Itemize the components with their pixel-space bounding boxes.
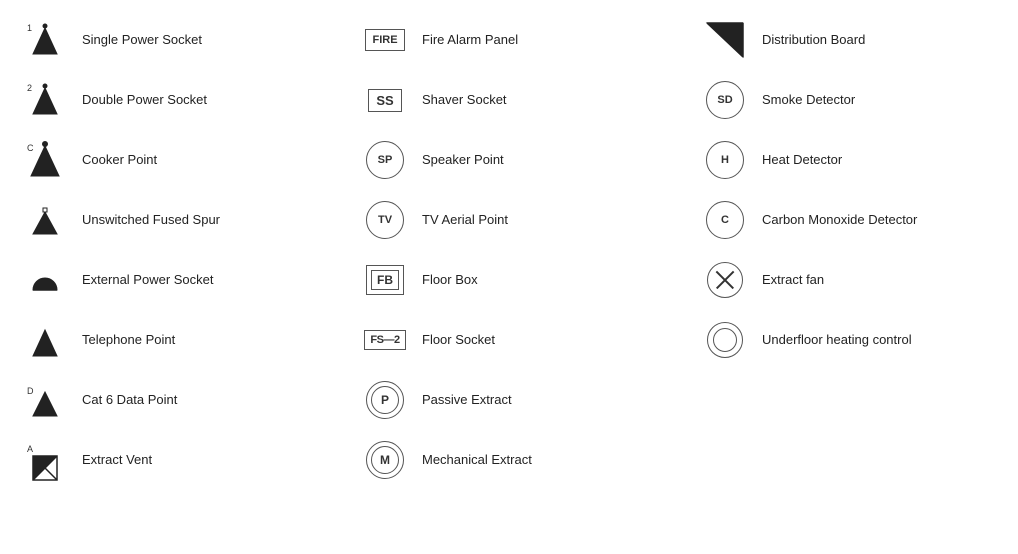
symbol-passive-extract: P <box>360 381 410 419</box>
label-external-power-socket: External Power Socket <box>82 272 214 289</box>
symbol-fire-alarm-panel: FIRE <box>360 29 410 51</box>
item-distribution-board: Distribution Board <box>696 10 1018 70</box>
label-shaver-socket: Shaver Socket <box>422 92 507 109</box>
label-speaker-point: Speaker Point <box>422 152 504 169</box>
svg-text:A: A <box>27 444 33 454</box>
symbol-extract-fan <box>700 262 750 298</box>
label-mechanical-extract: Mechanical Extract <box>422 452 532 469</box>
column-3: Distribution Board SD Smoke Detector H H… <box>696 10 1018 490</box>
label-smoke-detector: Smoke Detector <box>762 92 855 109</box>
item-single-power-socket: 1 Single Power Socket <box>16 10 356 70</box>
label-double-power-socket: Double Power Socket <box>82 92 207 109</box>
item-mechanical-extract: M Mechanical Extract <box>356 430 696 490</box>
symbol-mechanical-extract: M <box>360 441 410 479</box>
label-carbon-monoxide-detector: Carbon Monoxide Detector <box>762 212 917 229</box>
label-telephone-point: Telephone Point <box>82 332 175 349</box>
item-passive-extract: P Passive Extract <box>356 370 696 430</box>
item-speaker-point: SP Speaker Point <box>356 130 696 190</box>
symbol-extract-vent: A <box>20 438 70 482</box>
label-underfloor-heating-control: Underfloor heating control <box>762 332 912 349</box>
symbol-double-power-socket: 2 <box>20 78 70 122</box>
symbol-external-power-socket <box>20 258 70 302</box>
item-telephone-point: Telephone Point <box>16 310 356 370</box>
symbol-speaker-point: SP <box>360 141 410 179</box>
item-unswitched-fused-spur: Unswitched Fused Spur <box>16 190 356 250</box>
legend-grid: 1 Single Power Socket 2 Double Power Soc… <box>16 10 1002 490</box>
symbol-single-power-socket: 1 <box>20 18 70 62</box>
item-shaver-socket: SS Shaver Socket <box>356 70 696 130</box>
svg-text:2: 2 <box>27 83 32 93</box>
label-cooker-point: Cooker Point <box>82 152 157 169</box>
svg-text:C: C <box>27 143 34 153</box>
item-cat6-data-point: D Cat 6 Data Point <box>16 370 356 430</box>
item-tv-aerial-point: TV TV Aerial Point <box>356 190 696 250</box>
item-heat-detector: H Heat Detector <box>696 130 1018 190</box>
item-floor-box: FB Floor Box <box>356 250 696 310</box>
item-underfloor-heating-control: Underfloor heating control <box>696 310 1018 370</box>
symbol-underfloor-heating-control <box>700 322 750 358</box>
label-distribution-board: Distribution Board <box>762 32 865 49</box>
label-fire-alarm-panel: Fire Alarm Panel <box>422 32 518 49</box>
item-carbon-monoxide-detector: C Carbon Monoxide Detector <box>696 190 1018 250</box>
label-tv-aerial-point: TV Aerial Point <box>422 212 508 229</box>
item-cooker-point: C Cooker Point <box>16 130 356 190</box>
column-1: 1 Single Power Socket 2 Double Power Soc… <box>16 10 356 490</box>
item-external-power-socket: External Power Socket <box>16 250 356 310</box>
symbol-shaver-socket: SS <box>360 89 410 112</box>
svg-text:1: 1 <box>27 23 32 33</box>
label-passive-extract: Passive Extract <box>422 392 512 409</box>
column-2: FIRE Fire Alarm Panel SS Shaver Socket S… <box>356 10 696 490</box>
symbol-heat-detector: H <box>700 141 750 179</box>
label-heat-detector: Heat Detector <box>762 152 842 169</box>
label-extract-fan: Extract fan <box>762 272 824 289</box>
symbol-cooker-point: C <box>20 138 70 182</box>
symbol-carbon-monoxide-detector: C <box>700 201 750 239</box>
label-single-power-socket: Single Power Socket <box>82 32 202 49</box>
item-floor-socket: FS—2 Floor Socket <box>356 310 696 370</box>
item-double-power-socket: 2 Double Power Socket <box>16 70 356 130</box>
label-extract-vent: Extract Vent <box>82 452 152 469</box>
symbol-distribution-board <box>700 21 750 59</box>
symbol-telephone-point <box>20 318 70 362</box>
symbol-cat6-data-point: D <box>20 378 70 422</box>
symbol-tv-aerial-point: TV <box>360 201 410 239</box>
label-floor-socket: Floor Socket <box>422 332 495 349</box>
symbol-floor-socket: FS—2 <box>360 330 410 350</box>
label-floor-box: Floor Box <box>422 272 478 289</box>
item-smoke-detector: SD Smoke Detector <box>696 70 1018 130</box>
symbol-smoke-detector: SD <box>700 81 750 119</box>
item-fire-alarm-panel: FIRE Fire Alarm Panel <box>356 10 696 70</box>
label-unswitched-fused-spur: Unswitched Fused Spur <box>82 212 220 229</box>
item-extract-fan: Extract fan <box>696 250 1018 310</box>
item-extract-vent: A Extract Vent <box>16 430 356 490</box>
label-cat6-data-point: Cat 6 Data Point <box>82 392 177 409</box>
symbol-floor-box: FB <box>360 265 410 295</box>
symbol-unswitched-fused-spur <box>20 198 70 242</box>
svg-text:D: D <box>27 386 34 396</box>
